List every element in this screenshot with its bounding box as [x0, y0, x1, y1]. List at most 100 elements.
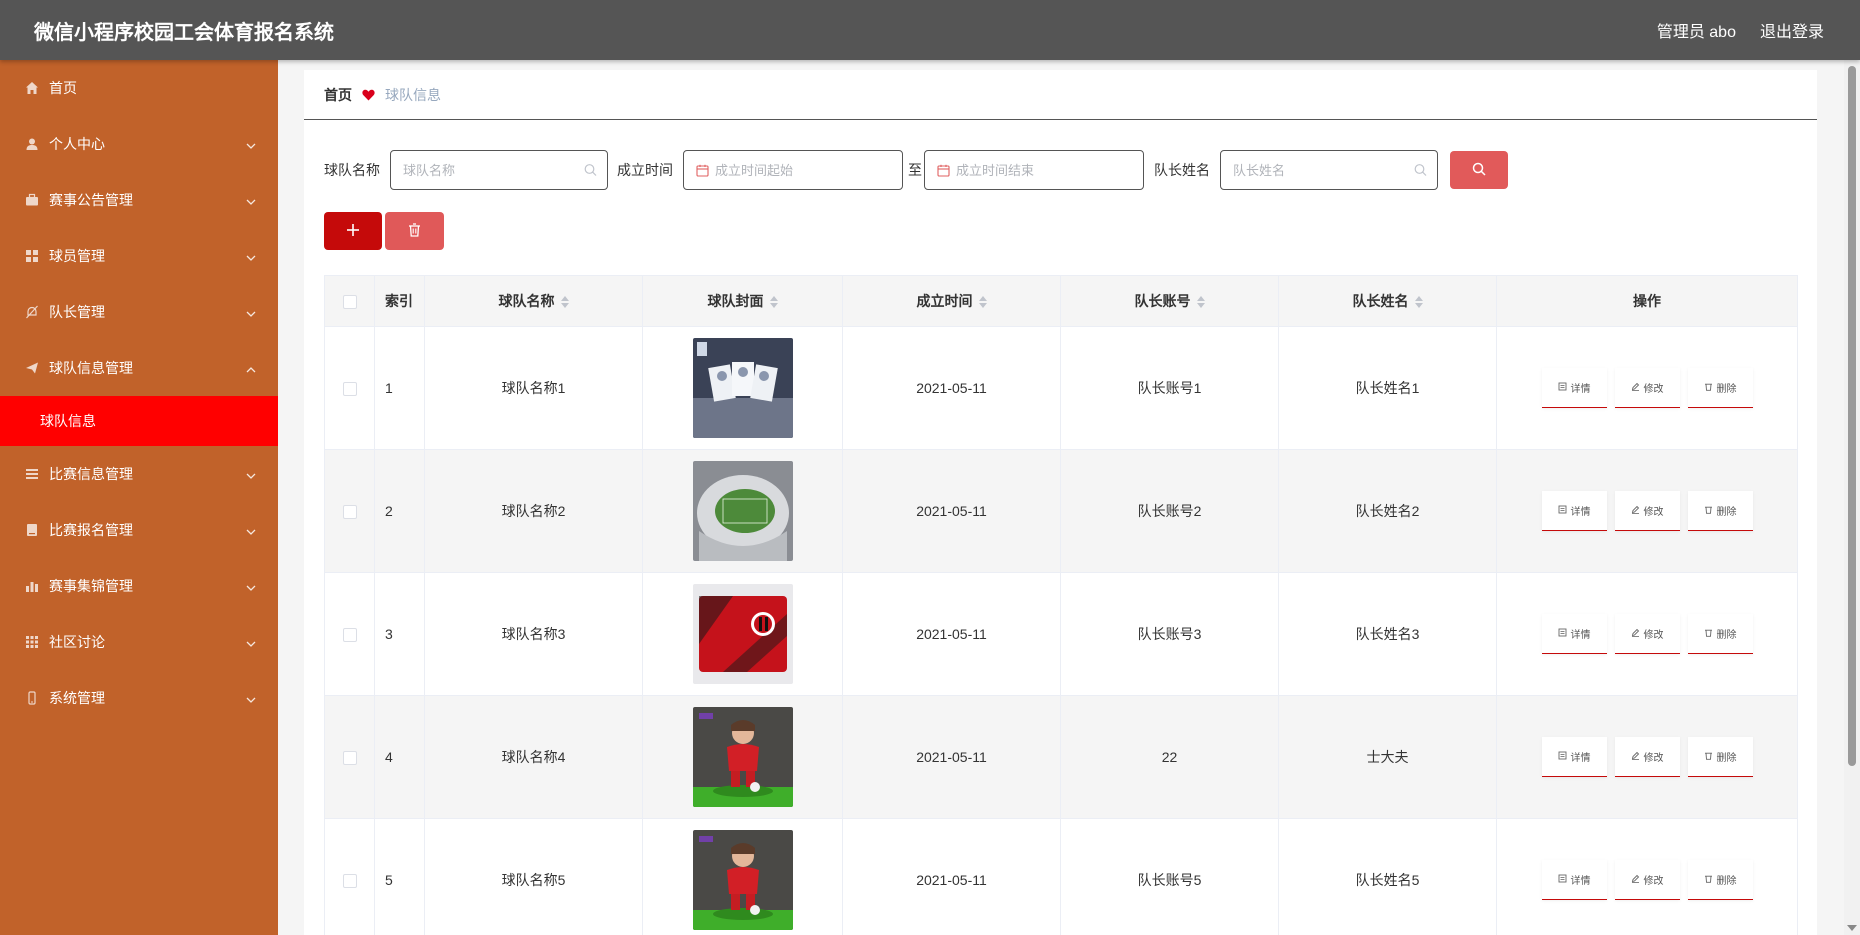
- header-actions: 操作: [1496, 275, 1798, 327]
- add-button[interactable]: [324, 212, 382, 250]
- header-captain-account[interactable]: 队长账号: [1060, 275, 1279, 327]
- team-cover-image[interactable]: [643, 461, 842, 561]
- sidebar-item-profile[interactable]: 个人中心: [0, 116, 278, 172]
- sidebar-item-highlights[interactable]: 赛事集锦管理: [0, 558, 278, 614]
- delete-button[interactable]: 删除: [1687, 737, 1753, 777]
- bell-off-icon: [24, 304, 40, 320]
- chevron-down-icon: [246, 466, 256, 482]
- scrollbar-thumb[interactable]: [1848, 66, 1856, 766]
- detail-button[interactable]: 详情: [1541, 860, 1607, 900]
- sidebar-item-label: 社区讨论: [49, 634, 105, 650]
- detail-button[interactable]: 详情: [1541, 614, 1607, 654]
- delete-button[interactable]: 删除: [1687, 491, 1753, 531]
- start-date-input[interactable]: [715, 162, 890, 178]
- header-label: 成立时间: [916, 293, 973, 309]
- range-separator: 至: [908, 162, 922, 178]
- team-cover-image[interactable]: [643, 830, 842, 930]
- select-all-checkbox[interactable]: [342, 295, 357, 310]
- sort-icon[interactable]: [978, 296, 987, 309]
- scroll-down-arrow-icon[interactable]: [1847, 925, 1857, 931]
- row-checkbox[interactable]: [342, 751, 357, 766]
- edit-button[interactable]: 修改: [1614, 491, 1680, 531]
- header-captain-name[interactable]: 队长姓名: [1278, 275, 1497, 327]
- cell-cover: [642, 695, 843, 819]
- row-checkbox[interactable]: [342, 505, 357, 520]
- captain-name-input[interactable]: [1233, 162, 1425, 178]
- search-form: 球队名称 成立时间 至 队长姓名: [324, 150, 1508, 190]
- edit-icon: [1631, 382, 1640, 394]
- team-table: 索引 球队名称 球队封面 成立时间 队长账号 队长姓名 操作 1 球队名称1 2…: [324, 275, 1798, 935]
- chevron-up-icon: [246, 360, 256, 376]
- batch-delete-button[interactable]: [385, 212, 444, 250]
- sidebar-item-community[interactable]: 社区讨论: [0, 614, 278, 670]
- row-checkbox[interactable]: [342, 874, 357, 889]
- row-select-cell: [324, 326, 375, 450]
- breadcrumb-home[interactable]: 首页: [324, 85, 352, 105]
- delete-label: 删除: [1716, 753, 1737, 764]
- logout-link[interactable]: 退出登录: [1760, 18, 1824, 42]
- edit-label: 修改: [1643, 507, 1664, 518]
- sort-icon[interactable]: [769, 296, 778, 309]
- sidebar-item-match-registration[interactable]: 比赛报名管理: [0, 502, 278, 558]
- header-team-name[interactable]: 球队名称: [424, 275, 643, 327]
- sort-icon[interactable]: [1196, 296, 1205, 309]
- edit-button[interactable]: 修改: [1614, 737, 1680, 777]
- edit-label: 修改: [1643, 384, 1664, 395]
- delete-button[interactable]: 删除: [1687, 368, 1753, 408]
- sidebar-item-system[interactable]: 系统管理: [0, 670, 278, 726]
- sidebar-subitem-team-info[interactable]: 球队信息: [0, 396, 278, 446]
- team-name-input[interactable]: [403, 162, 595, 178]
- sidebar-item-home[interactable]: 首页: [0, 60, 278, 116]
- sidebar-item-captains[interactable]: 队长管理: [0, 284, 278, 340]
- detail-button[interactable]: 详情: [1541, 368, 1607, 408]
- sidebar-item-players[interactable]: 球员管理: [0, 228, 278, 284]
- current-user: 管理员 abo: [1656, 24, 1736, 41]
- detail-button[interactable]: 详情: [1541, 491, 1607, 531]
- grid-icon: [24, 248, 40, 264]
- search-icon: [584, 164, 597, 177]
- apps-icon: [24, 634, 40, 650]
- captain-name-label: 队长姓名: [1154, 162, 1210, 178]
- sidebar-item-label: 系统管理: [49, 690, 105, 706]
- send-icon: [24, 360, 40, 376]
- detail-label: 详情: [1570, 630, 1591, 641]
- edit-icon: [1631, 874, 1640, 886]
- table-row: 4 球队名称4 2021-05-11 22 士大夫 详情 修改 删除: [324, 695, 1798, 819]
- edit-button[interactable]: 修改: [1614, 614, 1680, 654]
- list-icon: [24, 466, 40, 482]
- sidebar-item-label: 赛事集锦管理: [49, 578, 133, 594]
- document-icon: [1558, 628, 1567, 640]
- trash-icon: [1704, 382, 1713, 394]
- sidebar-item-label: 赛事公告管理: [49, 192, 133, 208]
- table-row: 5 球队名称5 2021-05-11 队长账号5 队长姓名5 详情 修改 删除: [324, 818, 1798, 935]
- edit-label: 修改: [1643, 876, 1664, 887]
- book-icon: [24, 522, 40, 538]
- cell-team-name: 球队名称2: [424, 449, 643, 573]
- page-scrollbar[interactable]: [1844, 60, 1860, 935]
- header-founded[interactable]: 成立时间: [842, 275, 1061, 327]
- heart-icon: [362, 89, 375, 101]
- cell-captain-account: 22: [1060, 695, 1279, 819]
- delete-button[interactable]: 删除: [1687, 860, 1753, 900]
- sort-icon[interactable]: [560, 296, 569, 309]
- sort-icon[interactable]: [1414, 296, 1423, 309]
- sidebar-item-announcements[interactable]: 赛事公告管理: [0, 172, 278, 228]
- end-date-input[interactable]: [956, 162, 1131, 178]
- row-checkbox[interactable]: [342, 628, 357, 643]
- team-cover-image[interactable]: [643, 338, 842, 438]
- row-checkbox[interactable]: [342, 382, 357, 397]
- team-cover-image[interactable]: [643, 707, 842, 807]
- content-panel: 首页 球队信息 球队名称 成立时间 至 队长姓名: [304, 70, 1817, 935]
- detail-button[interactable]: 详情: [1541, 737, 1607, 777]
- team-cover-image[interactable]: [643, 584, 842, 684]
- sidebar-item-team-info-mgmt[interactable]: 球队信息管理: [0, 340, 278, 396]
- chevron-down-icon: [246, 634, 256, 650]
- cell-team-name: 球队名称3: [424, 572, 643, 696]
- delete-button[interactable]: 删除: [1687, 614, 1753, 654]
- search-button[interactable]: [1450, 151, 1508, 189]
- trash-icon: [1704, 874, 1713, 886]
- header-cover[interactable]: 球队封面: [642, 275, 843, 327]
- sidebar-item-match-info[interactable]: 比赛信息管理: [0, 446, 278, 502]
- edit-button[interactable]: 修改: [1614, 368, 1680, 408]
- edit-button[interactable]: 修改: [1614, 860, 1680, 900]
